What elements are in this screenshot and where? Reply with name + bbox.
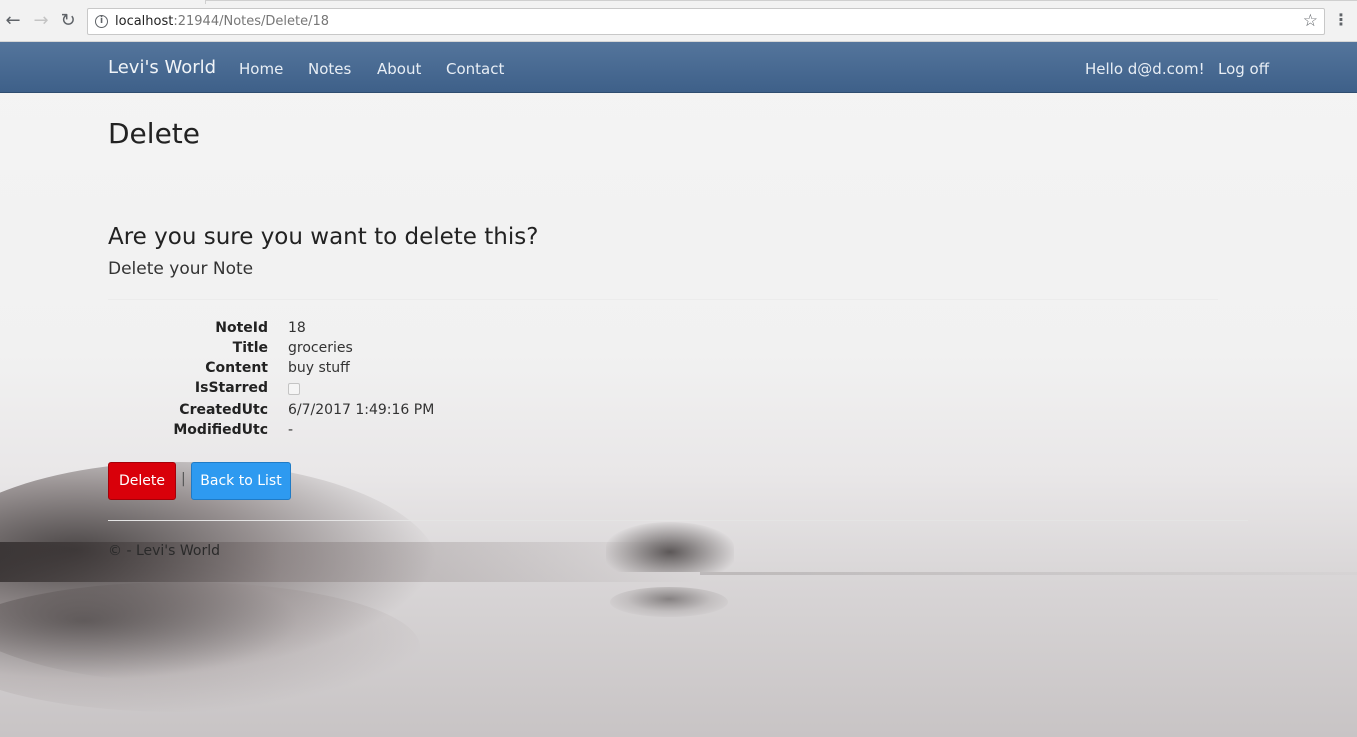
detail-label: Content	[205, 360, 268, 376]
detail-value: 6/7/2017 1:49:16 PM	[288, 402, 435, 418]
detail-row: NoteId 18	[108, 320, 608, 340]
detail-label: IsStarred	[194, 380, 268, 396]
divider	[108, 299, 1218, 300]
note-details: NoteId 18 Title groceries Content buy st…	[108, 320, 608, 442]
detail-row: Title groceries	[108, 340, 608, 360]
detail-value: -	[288, 422, 294, 438]
back-to-list-button[interactable]: Back to List	[191, 462, 291, 500]
detail-row: ModifiedUtc -	[108, 422, 608, 442]
detail-row: Content buy stuff	[108, 360, 608, 380]
detail-label: Title	[232, 340, 268, 356]
subheading: Delete your Note	[108, 259, 254, 279]
detail-value: buy stuff	[288, 360, 350, 376]
detail-label: ModifiedUtc	[173, 422, 268, 438]
detail-label: NoteId	[215, 320, 268, 336]
confirm-message: Are you sure you want to delete this?	[108, 224, 539, 250]
detail-label: CreatedUtc	[179, 402, 268, 418]
page-title: Delete	[108, 117, 200, 150]
separator: |	[181, 471, 186, 487]
detail-value	[288, 380, 300, 399]
detail-value: groceries	[288, 340, 353, 356]
detail-value: 18	[288, 320, 306, 336]
detail-row: IsStarred	[108, 380, 608, 402]
delete-button[interactable]: Delete	[108, 462, 176, 500]
main-content: Delete Are you sure you want to delete t…	[0, 0, 1357, 737]
is-starred-checkbox	[288, 383, 300, 395]
footer-text: © - Levi's World	[108, 543, 221, 559]
detail-row: CreatedUtc 6/7/2017 1:49:16 PM	[108, 402, 608, 422]
footer-divider	[108, 520, 1248, 521]
